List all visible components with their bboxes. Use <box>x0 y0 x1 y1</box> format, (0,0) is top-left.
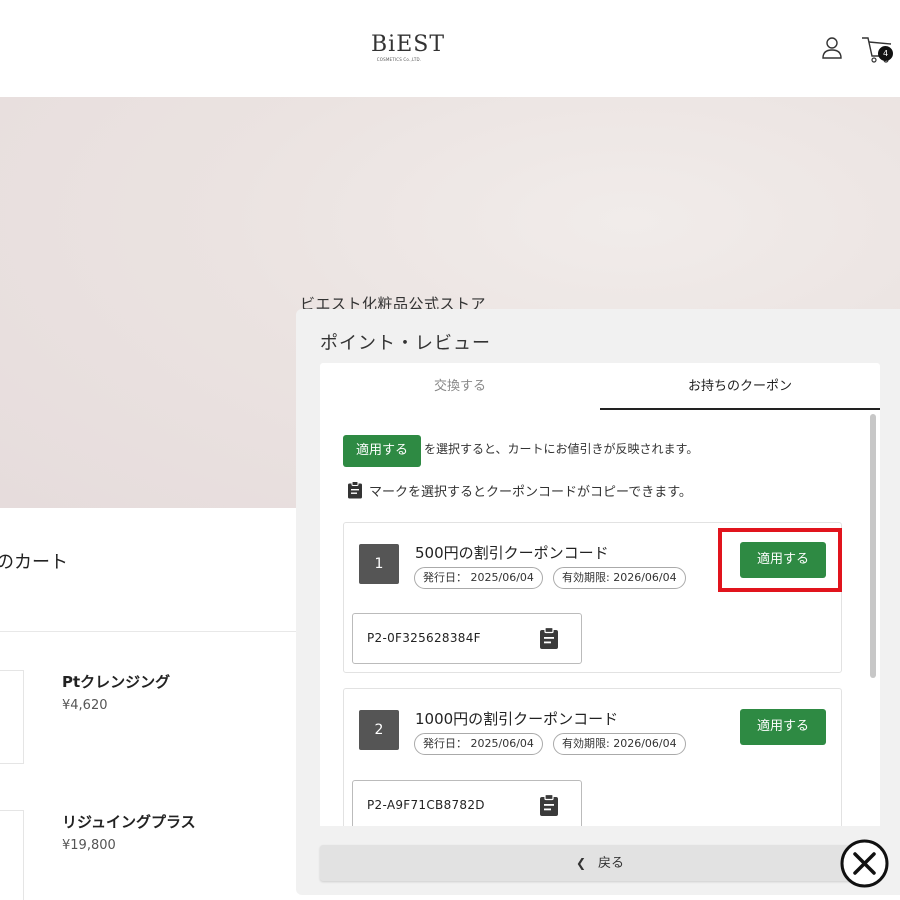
coupon-expiry-date: 有効期限: 2026/06/04 <box>553 733 686 755</box>
list-bottom-mask <box>320 826 880 845</box>
back-label: 戻る <box>598 856 625 871</box>
coupon-title: 500円の割引クーポンコード <box>415 544 609 562</box>
chevron-left-icon: ❮ <box>575 856 587 870</box>
tab-exchange[interactable]: 交換する <box>320 363 600 410</box>
site-header: BiEST COSMETICS Co.,LTD. 4 <box>0 0 900 97</box>
cart-divider <box>0 631 296 632</box>
cart-title: のカート <box>0 552 68 573</box>
close-icon[interactable] <box>840 839 889 888</box>
user-icon[interactable] <box>820 36 844 60</box>
coupon-code: P2-0F325628384F <box>367 631 481 645</box>
logo-subtext: COSMETICS Co.,LTD. <box>376 57 422 62</box>
clipboard-icon <box>348 481 362 499</box>
highlight-box <box>718 528 842 592</box>
back-button[interactable]: ❮ 戻る <box>320 845 880 881</box>
coupon-issued-date: 発行日： 2025/06/04 <box>414 733 543 755</box>
panel-title: ポイント・レビュー <box>320 333 491 354</box>
coupon-expiry-date: 有効期限: 2026/06/04 <box>553 567 686 589</box>
coupon-tabs: 交換する お持ちのクーポン <box>320 363 880 410</box>
cart-count-badge: 4 <box>878 46 893 61</box>
copy-instruction-text: マークを選択するとクーポンコードがコピーできます。 <box>369 485 692 500</box>
coupon-title: 1000円の割引クーポンコード <box>415 710 619 728</box>
cart-item-thumbnail[interactable] <box>0 670 24 764</box>
brand-logo[interactable]: BiEST COSMETICS Co.,LTD. <box>371 32 446 63</box>
cart-item-price: ¥4,620 <box>62 698 108 713</box>
inline-apply-sample-button: 適用する <box>343 435 421 467</box>
coupon-code-box[interactable]: P2-A9F71CB8782D <box>352 780 582 831</box>
cart-item-name[interactable]: リジュイングプラス <box>62 811 196 832</box>
tab-owned-coupons[interactable]: お持ちのクーポン <box>600 363 880 410</box>
apply-coupon-button[interactable]: 適用する <box>740 709 826 745</box>
scrollbar[interactable] <box>870 414 876 678</box>
clipboard-icon[interactable] <box>539 794 559 817</box>
coupon-number: 2 <box>359 710 399 750</box>
coupon-number: 1 <box>359 544 399 584</box>
clipboard-icon[interactable] <box>539 627 559 650</box>
apply-instruction-text: を選択すると、カートにお値引きが反映されます。 <box>424 442 699 456</box>
coupon-code-box[interactable]: P2-0F325628384F <box>352 613 582 664</box>
cart-item-name[interactable]: Ptクレンジング <box>62 671 170 692</box>
coupon-code: P2-A9F71CB8782D <box>367 798 485 812</box>
cart-item-thumbnail[interactable] <box>0 810 24 900</box>
cart-item-price: ¥19,800 <box>62 838 116 853</box>
logo-text: BiEST <box>371 32 446 57</box>
coupon-issued-date: 発行日： 2025/06/04 <box>414 567 543 589</box>
